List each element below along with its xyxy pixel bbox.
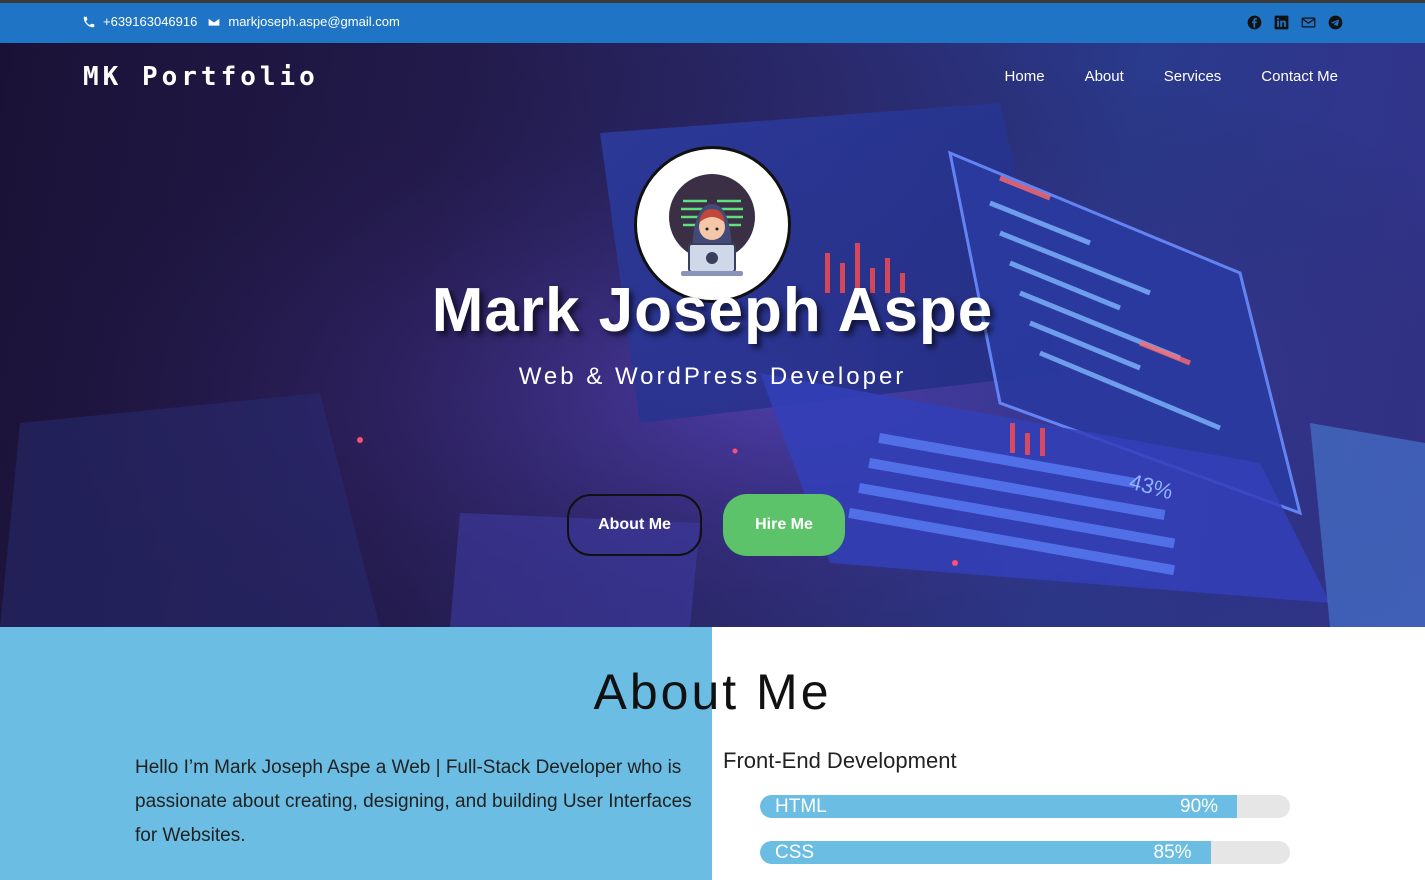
linkedin-icon[interactable] bbox=[1274, 15, 1289, 30]
social-links bbox=[1247, 15, 1343, 30]
hero-section: 43% MK Portfolio Home About Services Con… bbox=[0, 43, 1425, 627]
phone-contact[interactable]: +639163046916 bbox=[82, 14, 197, 29]
skill-percent: 85% bbox=[1153, 842, 1192, 863]
contact-info: +639163046916 markjoseph.aspe@gmail.com bbox=[82, 14, 410, 29]
nav-services[interactable]: Services bbox=[1164, 68, 1222, 85]
facebook-icon[interactable] bbox=[1247, 15, 1262, 30]
main-nav: Home About Services Contact Me bbox=[1005, 68, 1338, 85]
telegram-icon[interactable] bbox=[1328, 15, 1343, 30]
nav-contact[interactable]: Contact Me bbox=[1261, 68, 1338, 85]
hero-name: Mark Joseph Aspe bbox=[431, 276, 994, 345]
mail-icon[interactable] bbox=[1301, 15, 1316, 30]
nav-home[interactable]: Home bbox=[1005, 68, 1045, 85]
phone-icon bbox=[83, 16, 95, 27]
nav-about[interactable]: About bbox=[1085, 68, 1124, 85]
frontend-title: Front-End Development bbox=[723, 748, 957, 773]
envelope-icon bbox=[208, 16, 221, 27]
skill-percent: 90% bbox=[1180, 796, 1219, 817]
phone-number: +639163046916 bbox=[103, 14, 198, 29]
brand-logo[interactable]: MK Portfolio bbox=[83, 62, 319, 92]
skill-bar-css: CSS 85% bbox=[760, 841, 1290, 864]
top-bar: +639163046916 markjoseph.aspe@gmail.com bbox=[0, 0, 1425, 43]
email-contact[interactable]: markjoseph.aspe@gmail.com bbox=[207, 14, 400, 29]
skill-label: CSS bbox=[775, 842, 815, 863]
about-description: Hello I’m Mark Joseph Aspe a Web | Full-… bbox=[135, 757, 692, 846]
hero-role: Web & WordPress Developer bbox=[518, 363, 907, 390]
about-me-button[interactable]: About Me bbox=[567, 494, 702, 556]
skill-label: HTML bbox=[775, 796, 827, 817]
email-address: markjoseph.aspe@gmail.com bbox=[228, 14, 400, 29]
skill-bar-html: HTML 90% bbox=[760, 795, 1290, 818]
hire-me-button[interactable]: Hire Me bbox=[723, 494, 845, 556]
about-title: About Me bbox=[593, 664, 832, 720]
skill-fill bbox=[760, 841, 1211, 864]
skill-fill bbox=[760, 795, 1237, 818]
